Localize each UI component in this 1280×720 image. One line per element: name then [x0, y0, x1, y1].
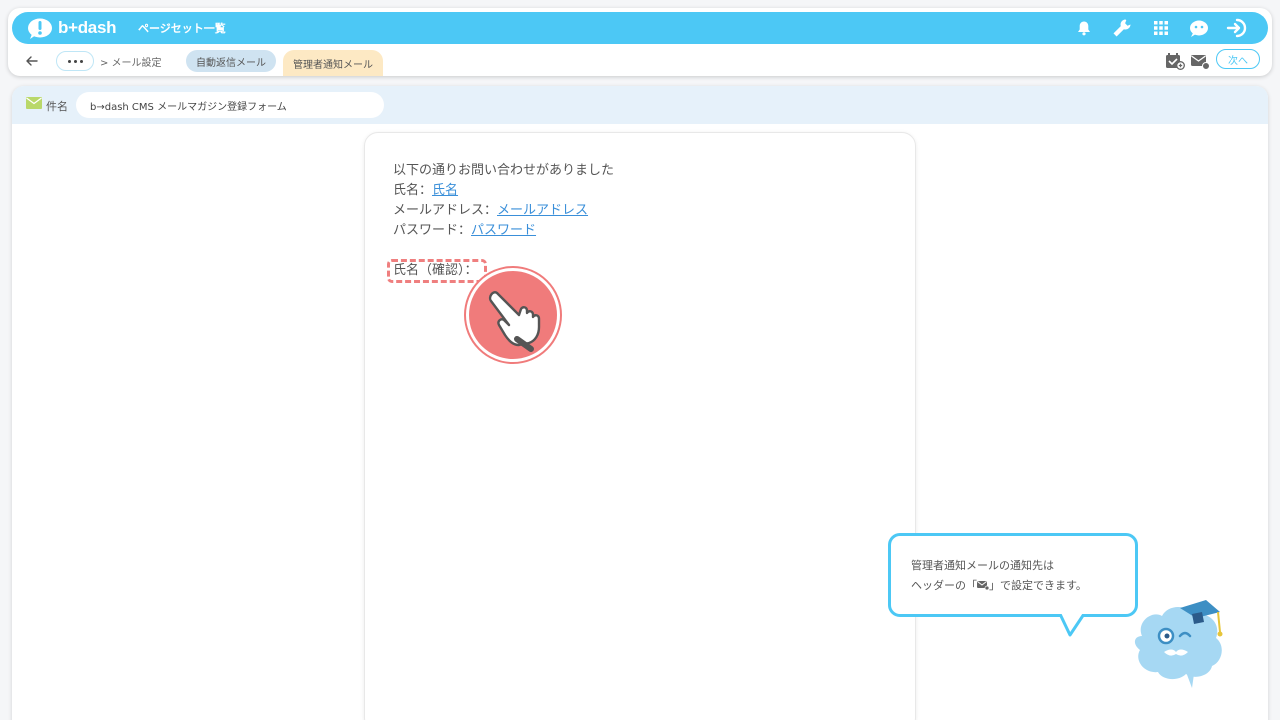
grid-icon[interactable]: [1150, 17, 1172, 39]
tab-admin-notify[interactable]: 管理者通知メール: [283, 50, 383, 76]
back-arrow-icon[interactable]: [24, 53, 40, 69]
support-icon[interactable]: [1188, 17, 1210, 39]
tooltip-line-1: 管理者通知メールの通知先は: [911, 559, 1054, 572]
intro-line: 以下の通りお問い合わせがありました: [393, 163, 615, 178]
calendar-add-icon[interactable]: [1164, 51, 1186, 71]
field-link-name[interactable]: 氏名: [432, 183, 458, 198]
header: b+dash ページセット一覧 > メール設定 自動返信メール 管理者通知メール…: [8, 8, 1272, 76]
logo-icon: [28, 18, 52, 39]
field-link-email[interactable]: メールアドレス: [497, 203, 588, 218]
mail-body-editor[interactable]: 以下の通りお問い合わせがありました 氏名：氏名 メールアドレス：メールアドレス …: [364, 132, 916, 720]
logout-icon[interactable]: [1226, 17, 1248, 39]
field-label: メールアドレス：: [393, 203, 498, 218]
logo-text: b+dash: [58, 18, 117, 37]
page-title[interactable]: ページセット一覧: [138, 20, 226, 36]
field-line-email: メールアドレス：メールアドレス: [393, 201, 614, 221]
breadcrumb[interactable]: > メール設定: [100, 54, 162, 69]
more-button[interactable]: [56, 51, 94, 71]
pointer-hand-icon: [466, 268, 560, 362]
help-tooltip: 管理者通知メールの通知先は ヘッダーの「 」で設定できます。: [888, 533, 1138, 617]
field-label: 氏名：: [393, 183, 433, 198]
top-bar: b+dash ページセット一覧: [12, 12, 1268, 44]
mascot-cloud-character: [1134, 600, 1223, 688]
subject-bar: 件名: [12, 86, 1268, 124]
tab-auto-reply[interactable]: 自動返信メール: [186, 50, 276, 72]
field-line-name: 氏名：氏名: [393, 181, 614, 201]
mail-icon: [26, 97, 42, 109]
field-line-password: パスワード：パスワード: [393, 221, 614, 241]
tooltip-line-2: ヘッダーの「 」で設定できます。: [911, 579, 1087, 592]
next-button[interactable]: 次へ: [1216, 49, 1260, 69]
mail-settings-icon: [977, 581, 990, 591]
nav-row: > メール設定 自動返信メール 管理者通知メール 次へ: [8, 48, 1272, 76]
subject-input[interactable]: [76, 92, 384, 118]
subject-label: 件名: [46, 100, 68, 113]
mail-settings-icon[interactable]: [1189, 51, 1211, 71]
field-label: パスワード：: [393, 223, 472, 238]
wrench-icon[interactable]: [1111, 17, 1133, 39]
tooltip-tail: [1058, 611, 1088, 637]
bell-icon[interactable]: [1073, 17, 1095, 39]
logo[interactable]: b+dash: [26, 16, 117, 40]
field-link-password[interactable]: パスワード: [471, 223, 536, 238]
